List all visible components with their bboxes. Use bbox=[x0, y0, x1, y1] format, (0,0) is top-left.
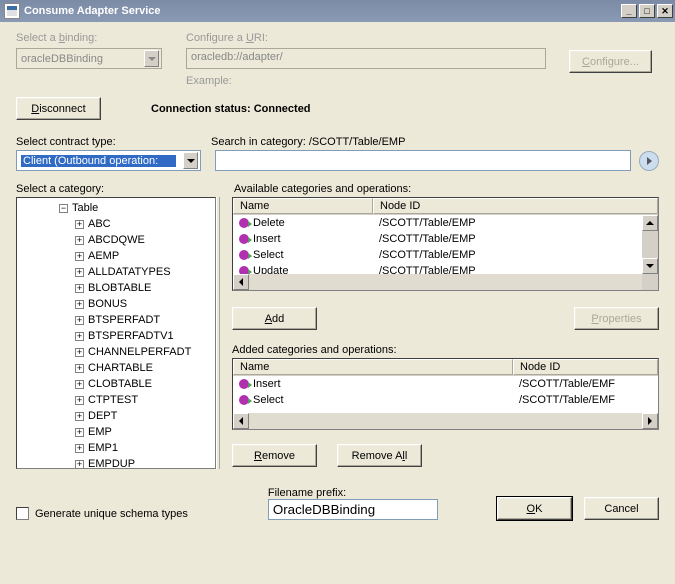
search-input[interactable] bbox=[215, 150, 631, 171]
list-item[interactable]: Delete/SCOTT/Table/EMP bbox=[233, 215, 658, 231]
remove-button[interactable]: Remove bbox=[232, 444, 317, 467]
tree-expand-icon[interactable]: + bbox=[75, 428, 84, 437]
tree-expand-icon[interactable]: + bbox=[75, 220, 84, 229]
titlebar[interactable]: Consume Adapter Service _ □ ✕ bbox=[0, 0, 675, 22]
col-nodeid-added[interactable]: Node ID bbox=[513, 359, 658, 375]
tree-expand-icon[interactable]: + bbox=[75, 300, 84, 309]
select-binding-label: Select a binding: bbox=[16, 32, 176, 44]
operation-icon bbox=[239, 395, 249, 405]
disconnect-button[interactable]: Disconnect bbox=[16, 97, 101, 120]
tree-item[interactable]: +BONUS bbox=[19, 296, 213, 312]
search-label: Search in category: bbox=[211, 136, 306, 148]
tree-item[interactable]: +ALLDATATYPES bbox=[19, 264, 213, 280]
col-nodeid[interactable]: Node ID bbox=[373, 198, 658, 214]
tree-item[interactable]: +BLOBTABLE bbox=[19, 280, 213, 296]
operation-icon bbox=[239, 218, 249, 228]
available-list[interactable]: Name Node ID Delete/SCOTT/Table/EMPInser… bbox=[232, 197, 659, 291]
col-name-added[interactable]: Name bbox=[233, 359, 513, 375]
col-name[interactable]: Name bbox=[233, 198, 373, 214]
search-go-button[interactable] bbox=[639, 151, 659, 171]
tree-item[interactable]: +EMP bbox=[19, 424, 213, 440]
configure-button: Configure... bbox=[569, 50, 652, 73]
tree-item[interactable]: +CLOBTABLE bbox=[19, 376, 213, 392]
cancel-button[interactable]: Cancel bbox=[584, 497, 659, 520]
remove-all-button[interactable]: Remove All bbox=[337, 444, 422, 467]
ok-button[interactable]: OK bbox=[497, 497, 572, 520]
added-label: Added categories and operations: bbox=[232, 344, 659, 356]
tree-item[interactable]: +EMP1 bbox=[19, 440, 213, 456]
example-label: Example: bbox=[186, 75, 569, 87]
category-tree[interactable]: − Table +ABC+ABCDQWE+AEMP+ALLDATATYPES+B… bbox=[16, 197, 216, 469]
filename-prefix-label: Filename prefix: bbox=[268, 487, 438, 499]
tree-item[interactable]: +CTPTEST bbox=[19, 392, 213, 408]
tree-expand-icon[interactable]: + bbox=[75, 284, 84, 293]
added-list[interactable]: Name Node ID Insert/SCOTT/Table/EMFSelec… bbox=[232, 358, 659, 430]
minimize-button[interactable]: _ bbox=[621, 4, 637, 18]
tree-expand-icon[interactable]: + bbox=[75, 236, 84, 245]
tree-item[interactable]: +CHARTABLE bbox=[19, 360, 213, 376]
contract-label: Select contract type: bbox=[16, 136, 211, 148]
maximize-button[interactable]: □ bbox=[639, 4, 655, 18]
close-button[interactable]: ✕ bbox=[657, 4, 673, 18]
tree-item[interactable]: +EMPDUP bbox=[19, 456, 213, 469]
filename-input[interactable] bbox=[268, 499, 438, 520]
tree-expand-icon[interactable]: + bbox=[75, 444, 84, 453]
scrollbar-h[interactable] bbox=[233, 274, 658, 290]
tree-expand-icon[interactable]: + bbox=[75, 332, 84, 341]
app-icon bbox=[4, 3, 20, 19]
scrollbar-v[interactable] bbox=[642, 215, 658, 274]
binding-combo: oracleDBBinding bbox=[16, 48, 162, 69]
tree-item[interactable]: +BTSPERFADTV1 bbox=[19, 328, 213, 344]
tree-expand-icon[interactable]: + bbox=[75, 316, 84, 325]
tree-item[interactable]: +CHANNELPERFADT bbox=[19, 344, 213, 360]
window-title: Consume Adapter Service bbox=[24, 5, 619, 17]
contract-combo[interactable]: Client (Outbound operation: bbox=[16, 150, 201, 171]
tree-item[interactable]: +AEMP bbox=[19, 248, 213, 264]
tree-item[interactable]: +ABCDQWE bbox=[19, 232, 213, 248]
operation-icon bbox=[239, 234, 249, 244]
operation-icon bbox=[239, 250, 249, 260]
uri-input: oracledb://adapter/ bbox=[186, 48, 546, 69]
list-item[interactable]: Select/SCOTT/Table/EMF bbox=[233, 392, 658, 408]
tree-expand-icon[interactable]: + bbox=[75, 460, 84, 469]
operation-icon bbox=[239, 379, 249, 389]
tree-item[interactable]: +DEPT bbox=[19, 408, 213, 424]
available-label: Available categories and operations: bbox=[234, 183, 411, 195]
tree-expand-icon[interactable]: + bbox=[75, 348, 84, 357]
tree-item[interactable]: +BTSPERFADT bbox=[19, 312, 213, 328]
tree-expand-icon[interactable]: + bbox=[75, 380, 84, 389]
list-item[interactable]: Select/SCOTT/Table/EMP bbox=[233, 247, 658, 263]
list-item[interactable]: Insert/SCOTT/Table/EMP bbox=[233, 231, 658, 247]
splitter[interactable] bbox=[216, 197, 220, 469]
tree-expand-icon[interactable]: + bbox=[75, 396, 84, 405]
search-path: /SCOTT/Table/EMP bbox=[309, 136, 406, 148]
tree-item[interactable]: +ABC bbox=[19, 216, 213, 232]
tree-expand-icon[interactable]: + bbox=[75, 364, 84, 373]
list-item[interactable]: Insert/SCOTT/Table/EMF bbox=[233, 376, 658, 392]
generate-unique-checkbox[interactable]: Generate unique schema types bbox=[16, 507, 188, 520]
connection-status: Connection status: Connected bbox=[151, 103, 311, 115]
configure-uri-label: Configure a URI: bbox=[186, 32, 569, 44]
add-button[interactable]: Add bbox=[232, 307, 317, 330]
tree-expand-icon[interactable]: + bbox=[75, 268, 84, 277]
tree-toggle-icon[interactable]: − bbox=[59, 204, 68, 213]
tree-root[interactable]: Table bbox=[72, 202, 98, 214]
tree-expand-icon[interactable]: + bbox=[75, 412, 84, 421]
scrollbar-h-added[interactable] bbox=[233, 413, 658, 429]
properties-button: Properties bbox=[574, 307, 659, 330]
select-category-label: Select a category: bbox=[16, 183, 234, 195]
tree-expand-icon[interactable]: + bbox=[75, 252, 84, 261]
